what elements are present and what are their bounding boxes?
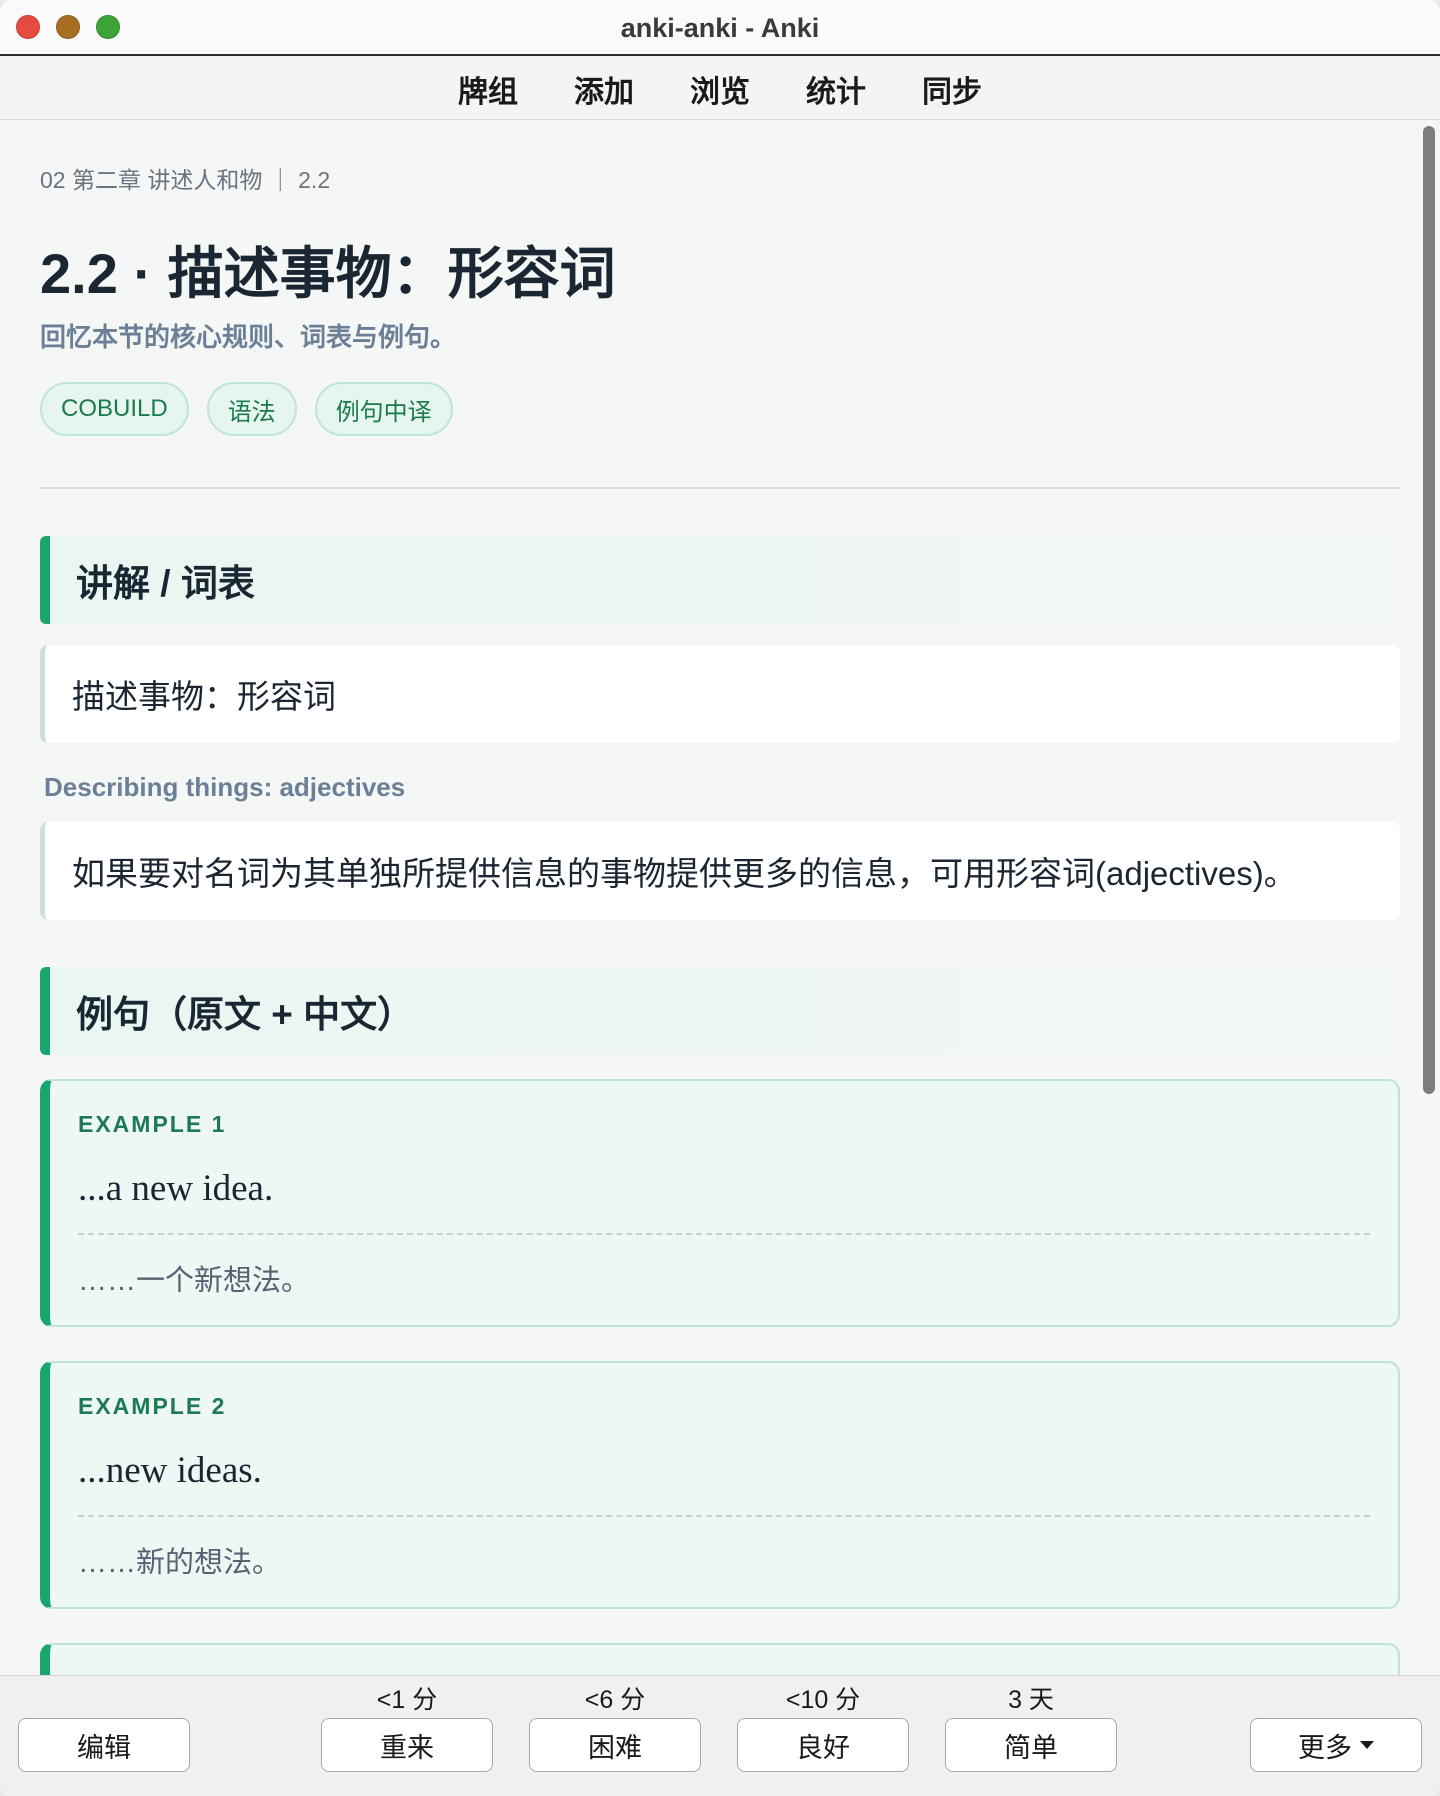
tag-list: COBUILD 语法 例句中译	[40, 382, 453, 436]
example-separator	[78, 1515, 1370, 1517]
anki-window: anki-anki - Anki 牌组 添加 浏览 统计 同步 02 第二章 讲…	[0, 0, 1440, 1796]
example-card: EXAMPLE 2 ...new ideas. ……新的想法。	[40, 1361, 1400, 1609]
again-button[interactable]: 重来	[321, 1718, 493, 1772]
example-separator	[78, 1233, 1370, 1235]
tag-badge: 例句中译	[314, 382, 453, 436]
example-english: ...new ideas.	[78, 1450, 262, 1491]
answer-bar: 编辑 <1 分 重来 <6 分 困难 <10 分 良好 3 天 简单 更多	[0, 1675, 1440, 1796]
more-label: 更多	[1298, 1732, 1352, 1763]
toolbar-add[interactable]: 添加	[574, 67, 634, 111]
breadcrumb: 02 第二章 讲述人和物 ｜ 2.2	[40, 167, 331, 193]
example-english: ...a new idea.	[78, 1168, 274, 1209]
hard-button[interactable]: 困难	[529, 1718, 701, 1772]
toolbar-browse[interactable]: 浏览	[690, 67, 750, 111]
card-title: 2.2 · 描述事物：形容词	[40, 242, 616, 305]
section-heading-explanation: 讲解 / 词表	[40, 536, 1400, 624]
section-heading-examples: 例句（原文 + 中文）	[40, 967, 1400, 1055]
toolbar-stats[interactable]: 统计	[806, 67, 866, 111]
easy-button[interactable]: 简单	[945, 1718, 1117, 1772]
title-bar: anki-anki - Anki	[0, 0, 1440, 56]
example-label: EXAMPLE 1	[78, 1111, 227, 1137]
scrollbar-thumb[interactable]	[1423, 126, 1435, 1094]
edit-button[interactable]: 编辑	[18, 1718, 190, 1772]
divider	[40, 487, 1400, 489]
explanation-panel: 如果要对名词为其单独所提供信息的事物提供更多的信息，可用形容词(adjectiv…	[40, 822, 1400, 920]
card-subtitle: 回忆本节的核心规则、词表与例句。	[40, 322, 457, 352]
english-term-label: Describing things: adjectives	[44, 772, 406, 802]
good-interval: <10 分	[785, 1686, 861, 1714]
example-chinese: ……新的想法。	[78, 1547, 282, 1579]
hard-interval: <6 分	[584, 1686, 646, 1714]
card-content: 02 第二章 讲述人和物 ｜ 2.2 2.2 · 描述事物：形容词 回忆本节的核…	[0, 121, 1422, 1675]
example-label: EXAMPLE 2	[78, 1393, 227, 1419]
tag-badge: 语法	[206, 382, 297, 436]
toolbar-sync[interactable]: 同步	[922, 67, 982, 111]
again-interval: <1 分	[376, 1686, 438, 1714]
example-card-partial	[40, 1643, 1400, 1675]
good-button[interactable]: 良好	[737, 1718, 909, 1772]
caret-down-icon	[1360, 1741, 1374, 1749]
easy-interval: 3 天	[1008, 1686, 1054, 1714]
more-button[interactable]: 更多	[1250, 1718, 1422, 1772]
example-chinese: ……一个新想法。	[78, 1265, 311, 1297]
toolbar-decks[interactable]: 牌组	[458, 67, 518, 111]
window-title: anki-anki - Anki	[620, 13, 820, 43]
term-panel: 描述事物：形容词	[40, 645, 1400, 743]
main-toolbar: 牌组 添加 浏览 统计 同步	[0, 58, 1440, 120]
tag-badge: COBUILD	[40, 382, 189, 436]
example-card: EXAMPLE 1 ...a new idea. ……一个新想法。	[40, 1079, 1400, 1327]
